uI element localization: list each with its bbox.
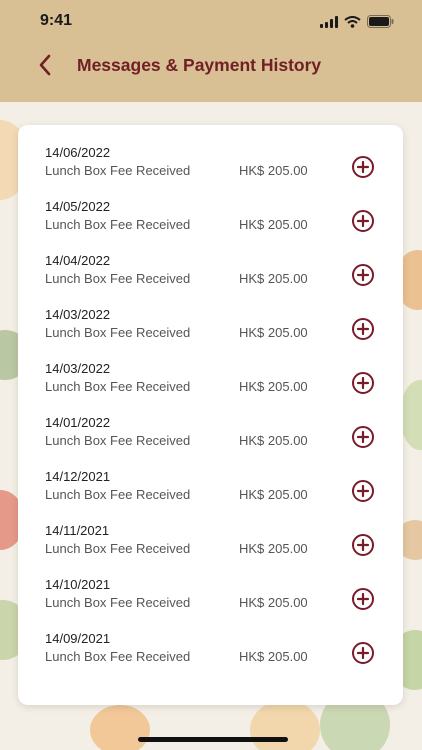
home-indicator[interactable]	[138, 737, 288, 742]
expand-plus-icon[interactable]	[351, 533, 375, 557]
list-item: 14/10/2021 Lunch Box Fee Received HK$ 20…	[18, 557, 403, 611]
record-date: 14/03/2022	[45, 361, 111, 376]
record-amount: HK$ 205.00	[239, 325, 308, 340]
record-date: 14/12/2021	[45, 469, 111, 484]
record-amount: HK$ 205.00	[239, 487, 308, 502]
record-description: Lunch Box Fee Received	[45, 271, 191, 286]
record-amount: HK$ 205.00	[239, 433, 308, 448]
record-date: 14/10/2021	[45, 577, 111, 592]
record-description: Lunch Box Fee Received	[45, 379, 191, 394]
record-date: 14/05/2022	[45, 199, 111, 214]
expand-plus-icon[interactable]	[351, 317, 375, 341]
expand-plus-icon[interactable]	[351, 371, 375, 395]
record-date: 14/01/2022	[45, 415, 111, 430]
record-amount: HK$ 205.00	[239, 163, 308, 178]
status-icons	[320, 15, 394, 28]
record-description: Lunch Box Fee Received	[45, 325, 191, 340]
record-date: 14/06/2022	[45, 145, 111, 160]
chevron-left-icon	[39, 54, 51, 76]
expand-plus-icon[interactable]	[351, 587, 375, 611]
payment-history-list: 14/06/2022 Lunch Box Fee Received HK$ 20…	[18, 125, 403, 705]
record-amount: HK$ 205.00	[239, 217, 308, 232]
expand-plus-icon[interactable]	[351, 425, 375, 449]
battery-icon	[367, 15, 394, 28]
expand-plus-icon[interactable]	[351, 263, 375, 287]
record-amount: HK$ 205.00	[239, 541, 308, 556]
record-description: Lunch Box Fee Received	[45, 649, 191, 664]
list-item: 14/01/2022 Lunch Box Fee Received HK$ 20…	[18, 395, 403, 449]
back-button[interactable]	[30, 50, 60, 80]
list-item: 14/11/2021 Lunch Box Fee Received HK$ 20…	[18, 503, 403, 557]
status-bar: 9:41	[0, 0, 422, 44]
record-amount: HK$ 205.00	[239, 595, 308, 610]
list-item: 14/03/2022 Lunch Box Fee Received HK$ 20…	[18, 287, 403, 341]
record-amount: HK$ 205.00	[239, 649, 308, 664]
list-item: 14/03/2022 Lunch Box Fee Received HK$ 20…	[18, 341, 403, 395]
record-description: Lunch Box Fee Received	[45, 433, 191, 448]
record-description: Lunch Box Fee Received	[45, 595, 191, 610]
record-amount: HK$ 205.00	[239, 379, 308, 394]
wifi-icon	[344, 15, 361, 28]
signal-icon	[320, 15, 338, 28]
app-header: 9:41 Messages & Payment History	[0, 0, 422, 102]
list-item: 14/09/2021 Lunch Box Fee Received HK$ 20…	[18, 611, 403, 665]
record-date: 14/03/2022	[45, 307, 111, 322]
record-description: Lunch Box Fee Received	[45, 163, 191, 178]
page-title: Messages & Payment History	[77, 55, 322, 75]
record-date: 14/11/2021	[45, 523, 110, 538]
list-item: 14/06/2022 Lunch Box Fee Received HK$ 20…	[18, 125, 403, 179]
record-description: Lunch Box Fee Received	[45, 217, 191, 232]
expand-plus-icon[interactable]	[351, 479, 375, 503]
expand-plus-icon[interactable]	[351, 209, 375, 233]
record-date: 14/04/2022	[45, 253, 111, 268]
expand-plus-icon[interactable]	[351, 641, 375, 665]
status-time: 9:41	[40, 12, 73, 29]
list-item: 14/05/2022 Lunch Box Fee Received HK$ 20…	[18, 179, 403, 233]
list-item: 14/04/2022 Lunch Box Fee Received HK$ 20…	[18, 233, 403, 287]
record-date: 14/09/2021	[45, 631, 111, 646]
record-description: Lunch Box Fee Received	[45, 541, 191, 556]
record-description: Lunch Box Fee Received	[45, 487, 191, 502]
record-amount: HK$ 205.00	[239, 271, 308, 286]
expand-plus-icon[interactable]	[351, 155, 375, 179]
list-item: 14/12/2021 Lunch Box Fee Received HK$ 20…	[18, 449, 403, 503]
